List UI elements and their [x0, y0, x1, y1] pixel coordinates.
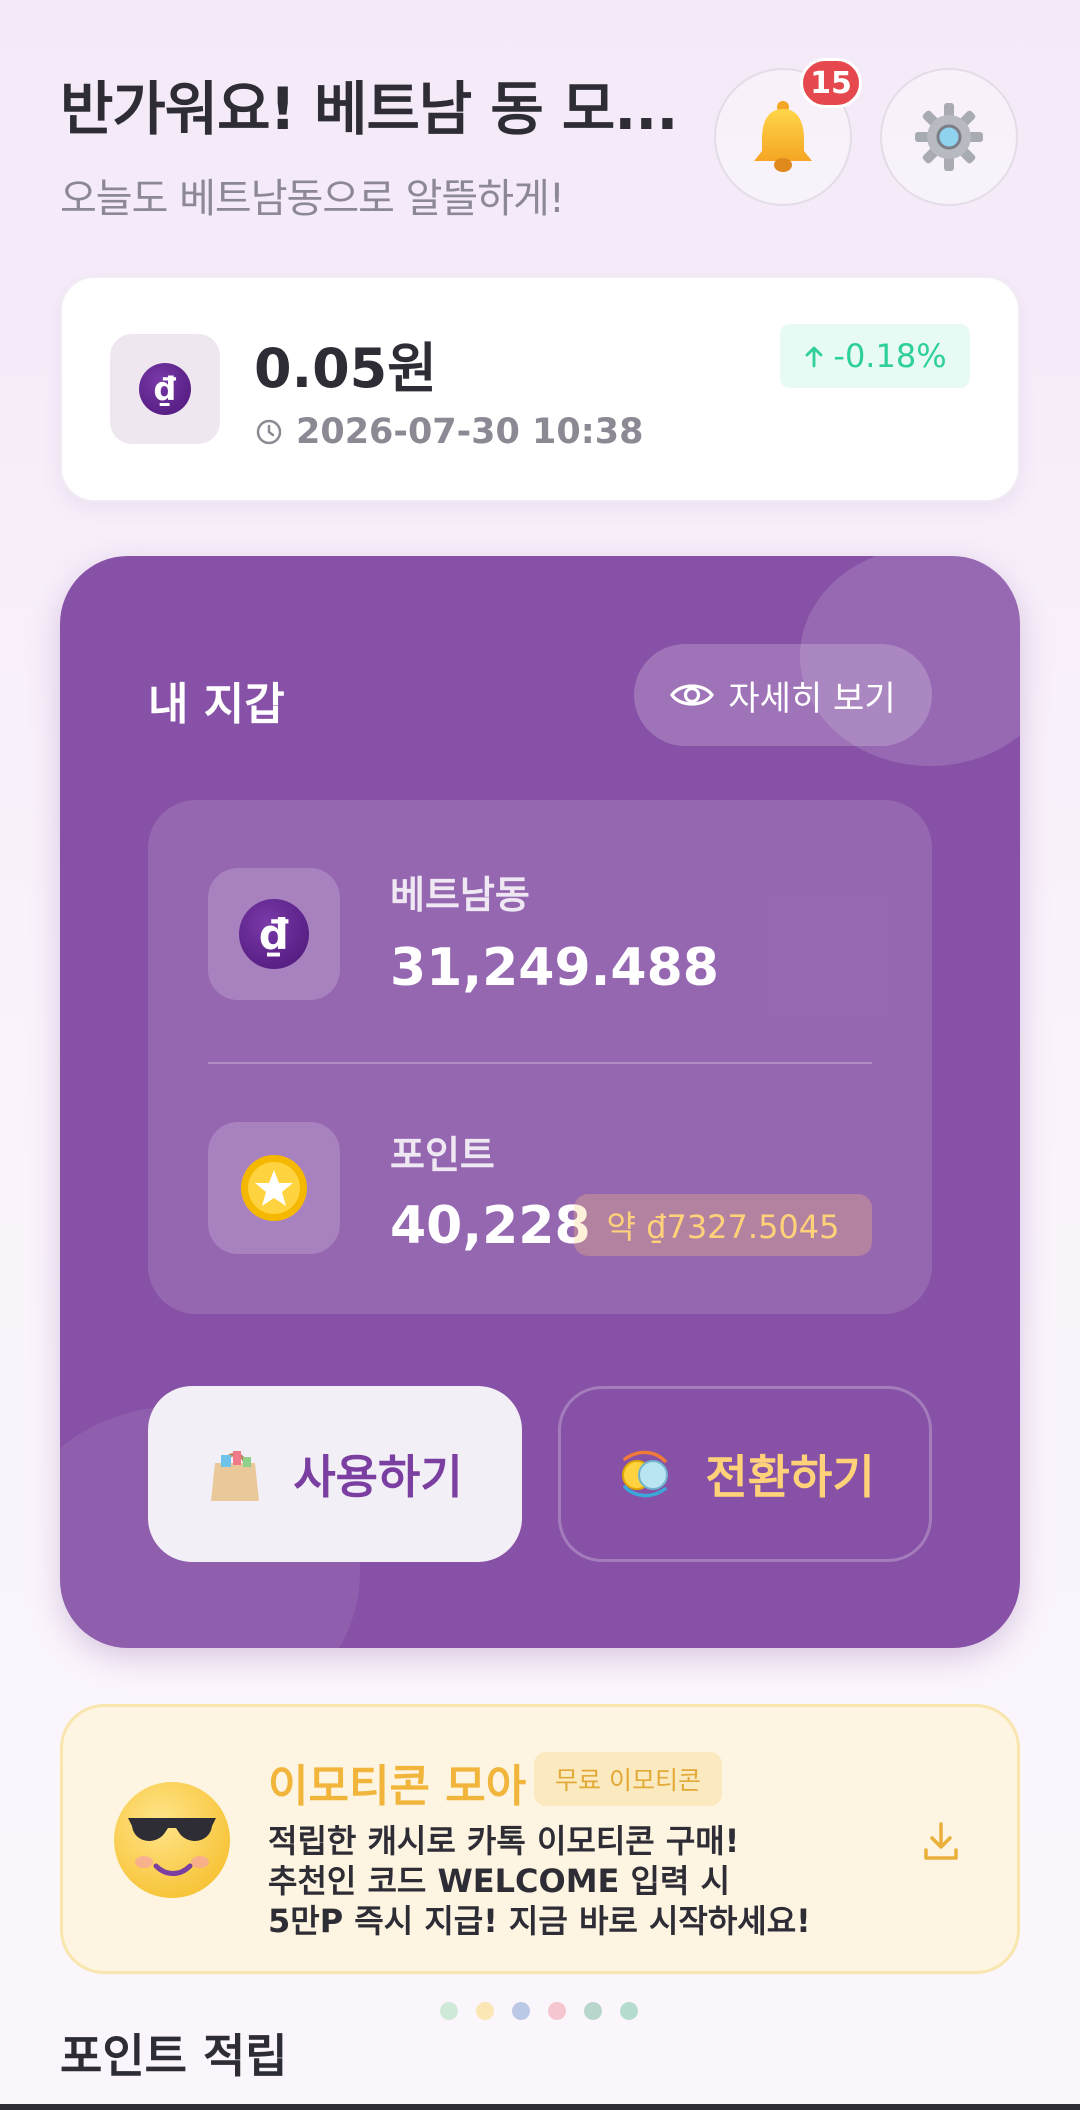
- bottom-edge-bar: [0, 2104, 1080, 2110]
- notification-count-badge: 15: [800, 58, 862, 108]
- star-coin-icon: [241, 1155, 307, 1221]
- arrow-up-icon: [805, 346, 823, 368]
- use-points-button[interactable]: 사용하기: [148, 1386, 522, 1562]
- points-approx-value: 약 ₫7327.5045: [574, 1194, 872, 1256]
- dong-balance-label: 베트남동: [390, 873, 530, 917]
- use-points-label: 사용하기: [293, 1450, 463, 1504]
- points-balance-label: 포인트: [390, 1133, 495, 1177]
- carousel-indicator[interactable]: [440, 2002, 638, 2020]
- clock-icon: [256, 419, 282, 445]
- wallet-title: 내 지갑: [148, 679, 285, 730]
- exchange-coins-icon: [622, 1450, 669, 1498]
- dong-symbol: ₫: [259, 909, 289, 959]
- balance-divider: [208, 1062, 872, 1064]
- carousel-dot[interactable]: [548, 2002, 566, 2020]
- greeting-title: 반가워요! 베트남 동 모...: [60, 75, 678, 143]
- sunglasses-emoji-icon: [114, 1782, 230, 1898]
- settings-button[interactable]: [880, 68, 1018, 206]
- bell-icon: [754, 101, 812, 172]
- exchange-rate-value: 0.05원: [254, 337, 437, 400]
- dong-balance-value: 31,249.488: [390, 938, 719, 998]
- gear-icon: [915, 103, 983, 171]
- dong-coin-icon: ₫: [139, 363, 191, 415]
- carousel-dot[interactable]: [440, 2002, 458, 2020]
- points-balance-value: 40,228: [390, 1196, 591, 1256]
- promo-badge: 무료 이모티콘: [534, 1752, 722, 1806]
- promo-text-line: 5만P 즉시 지급! 지금 바로 시작하세요!: [268, 1902, 811, 1940]
- carousel-dot[interactable]: [584, 2002, 602, 2020]
- promo-title: 이모티콘 모아: [268, 1761, 527, 1812]
- view-details-label: 자세히 보기: [728, 678, 896, 719]
- rate-change-badge: -0.18%: [780, 324, 970, 388]
- wallet-card: 내 지갑 자세히 보기 ₫ 베트남동 31,249.488 포인트 40,228…: [60, 556, 1020, 1648]
- convert-points-button[interactable]: 전환하기: [558, 1386, 932, 1562]
- shopping-bag-icon: [211, 1451, 260, 1501]
- rate-timestamp: 2026-07-30 10:38: [296, 412, 644, 452]
- carousel-dot[interactable]: [620, 2002, 638, 2020]
- points-balance-tile: [208, 1122, 340, 1254]
- download-icon[interactable]: [920, 1820, 962, 1862]
- carousel-dot[interactable]: [512, 2002, 530, 2020]
- dong-coin-icon: ₫: [239, 899, 309, 969]
- eye-icon: [670, 684, 715, 706]
- dong-currency-tile: ₫: [110, 334, 220, 444]
- points-earn-section-title: 포인트 적립: [60, 2029, 288, 2083]
- view-details-button[interactable]: 자세히 보기: [634, 644, 932, 746]
- dong-symbol: ₫: [153, 370, 177, 408]
- carousel-dot[interactable]: [476, 2002, 494, 2020]
- convert-points-label: 전환하기: [705, 1450, 875, 1504]
- rate-timestamp-row: 2026-07-30 10:38: [256, 412, 643, 452]
- rate-change-value: -0.18%: [833, 337, 947, 375]
- greeting-subtitle: 오늘도 베트남동으로 알뜰하게!: [60, 176, 565, 222]
- dong-balance-tile: ₫: [208, 868, 340, 1000]
